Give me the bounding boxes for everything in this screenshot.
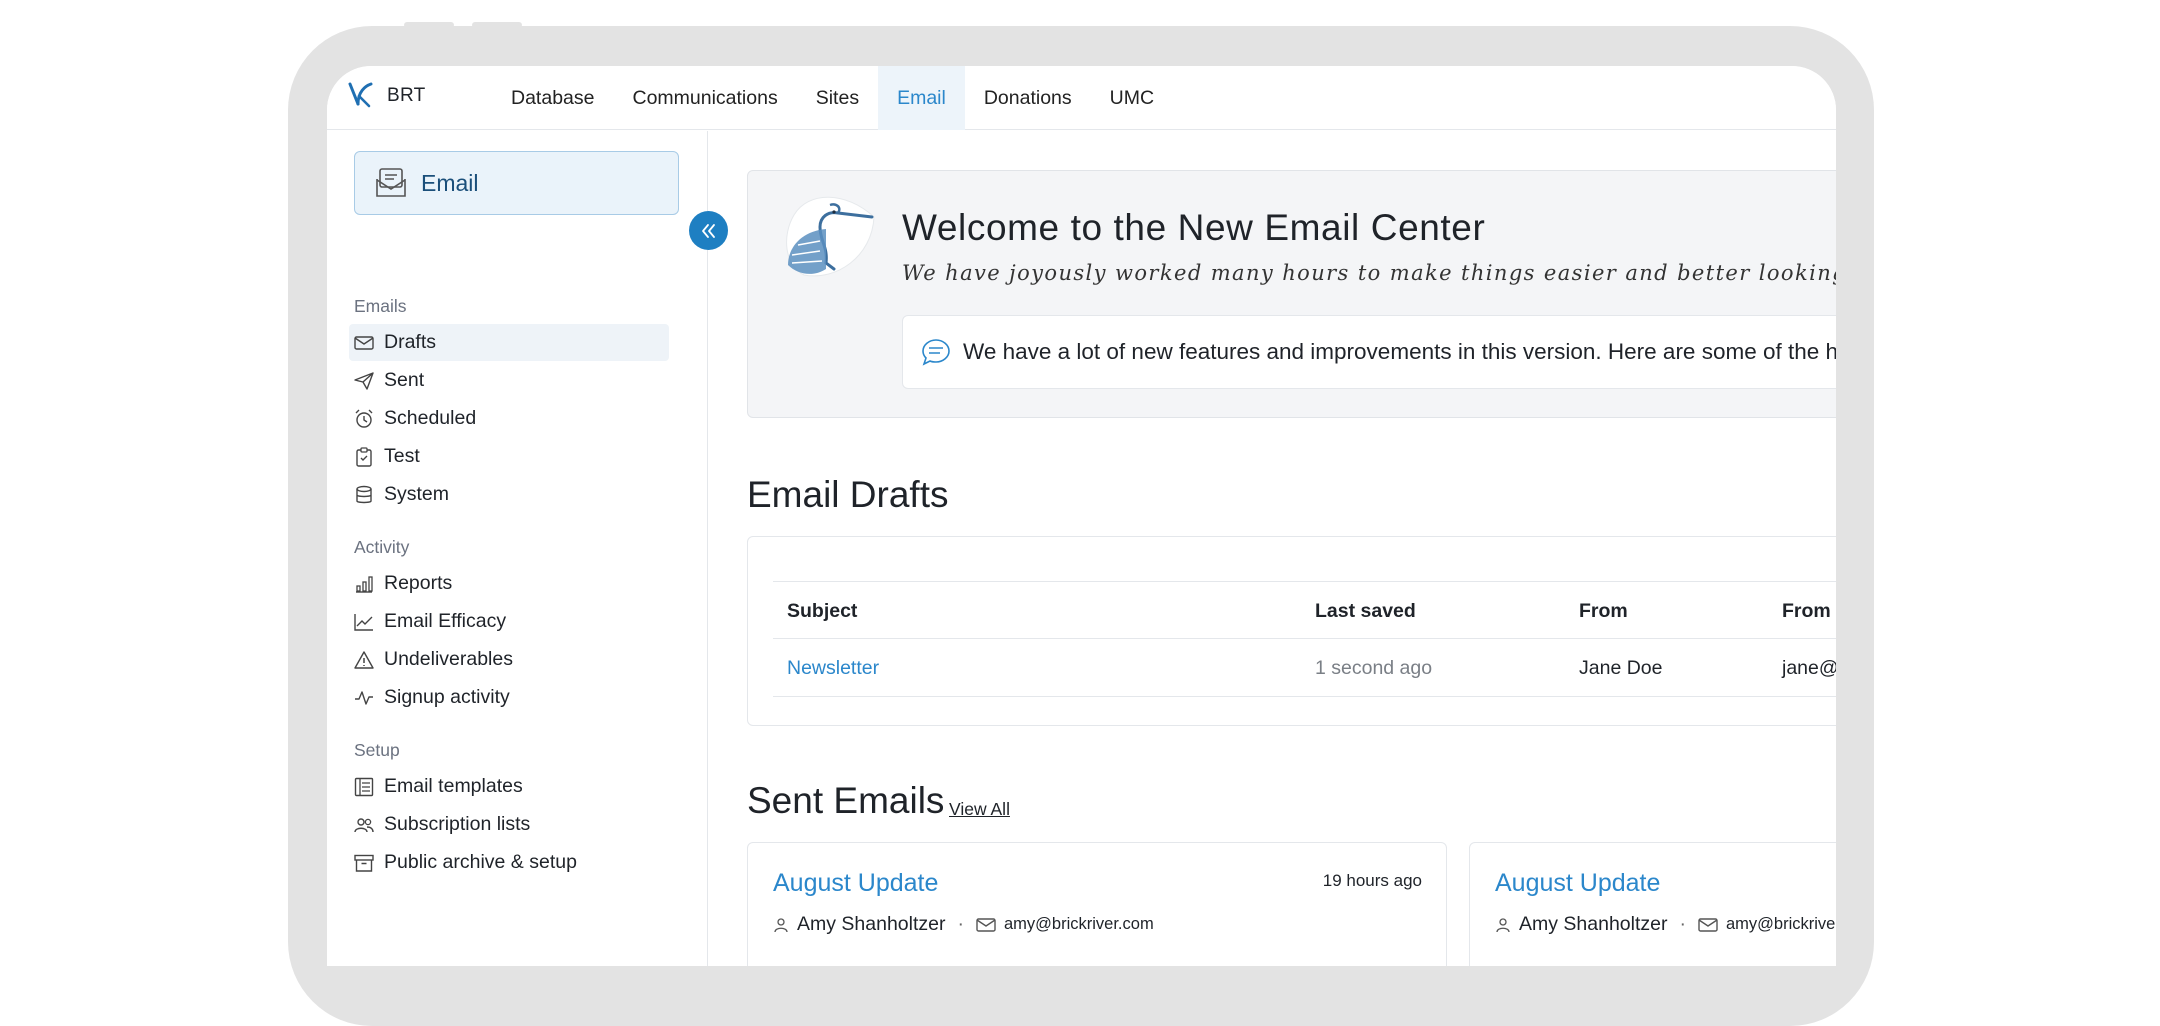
brand[interactable]: BRT: [347, 80, 426, 108]
sent-email-sender: Amy Shanholtzer: [1519, 913, 1668, 935]
device-button: [404, 22, 454, 28]
main-nav: Database Communications Sites Email Dona…: [492, 66, 1173, 130]
sidebar-header-email[interactable]: Email: [354, 151, 679, 215]
sidebar-item-label: Sent: [384, 369, 425, 391]
draft-from-email: jane@l: [1782, 657, 1836, 679]
sidebar: Email Emails Drafts Sent Scheduled Test …: [327, 131, 708, 966]
sidebar-item-undeliverables[interactable]: Undeliverables: [349, 641, 669, 678]
sidebar-item-signup-activity[interactable]: Signup activity: [349, 679, 669, 716]
nav-umc[interactable]: UMC: [1091, 66, 1173, 130]
top-navbar: BRT Database Communications Sites Email …: [327, 66, 1836, 130]
separator-dot: ·: [957, 913, 965, 935]
sidebar-item-drafts[interactable]: Drafts: [349, 324, 669, 361]
table-row[interactable]: Newsletter 1 second ago Jane Doe jane@l: [773, 639, 1836, 697]
welcome-subtitle: We have joyously worked many hours to ma…: [902, 261, 1836, 285]
sidebar-item-label: Drafts: [384, 331, 437, 353]
sidebar-item-label: Test: [384, 445, 420, 467]
welcome-title: Welcome to the New Email Center: [902, 207, 1486, 248]
sidebar-item-label: Public archive & setup: [384, 851, 577, 873]
sidebar-item-label: Signup activity: [384, 686, 510, 708]
collapse-sidebar-button[interactable]: [689, 211, 728, 250]
heron-logo-icon: [786, 196, 875, 277]
sent-email-meta: Amy Shanholtzer · amy@brickriver.: [1495, 913, 1836, 936]
chevrons-left-icon: [701, 223, 715, 238]
sidebar-header-label: Email: [421, 169, 479, 196]
section-label-setup: Setup: [354, 740, 400, 760]
user-icon: [774, 917, 788, 932]
sent-email-title[interactable]: August Update: [1495, 869, 1660, 898]
sent-email-address: amy@brickriver.com: [1004, 915, 1154, 933]
sidebar-item-label: Subscription lists: [384, 813, 531, 835]
sent-email-card[interactable]: August Update Amy Shanholtzer · amy@bric…: [1469, 842, 1836, 966]
welcome-note-text: We have a lot of new features and improv…: [963, 339, 1836, 364]
drafts-table-card: Subject Last saved From From e Newslette…: [747, 536, 1836, 726]
app-screen: BRT Database Communications Sites Email …: [327, 66, 1836, 966]
users-icon: [354, 817, 374, 832]
brand-name: BRT: [387, 85, 426, 106]
sidebar-item-system[interactable]: System: [349, 476, 669, 513]
envelope-icon: [976, 917, 996, 932]
sidebar-item-test[interactable]: Test: [349, 438, 669, 475]
nav-sites[interactable]: Sites: [797, 66, 878, 130]
sidebar-item-sent[interactable]: Sent: [349, 362, 669, 399]
sidebar-item-label: Email Efficacy: [384, 610, 507, 632]
draft-from: Jane Doe: [1579, 657, 1663, 679]
sent-email-card[interactable]: August Update 19 hours ago Amy Shanholtz…: [747, 842, 1447, 966]
sent-email-sender: Amy Shanholtzer: [797, 913, 946, 935]
sent-email-time: 19 hours ago: [1322, 871, 1422, 890]
envelope-icon: [1698, 917, 1718, 932]
speech-bubble-icon: [922, 339, 950, 366]
sidebar-item-subscription-lists[interactable]: Subscription lists: [349, 806, 669, 843]
user-icon: [1496, 917, 1510, 932]
nav-communications[interactable]: Communications: [613, 66, 796, 130]
envelope-icon: [354, 335, 374, 350]
archive-box-icon: [354, 854, 374, 872]
draft-last-saved: 1 second ago: [1315, 657, 1433, 679]
warning-triangle-icon: [354, 650, 374, 669]
nav-email[interactable]: Email: [878, 66, 965, 130]
template-icon: [354, 777, 374, 796]
brt-logo-icon: [348, 82, 373, 108]
clipboard-check-icon: [356, 446, 372, 467]
column-header-last-saved[interactable]: Last saved: [1315, 600, 1416, 623]
database-icon: [356, 485, 372, 503]
sent-email-title[interactable]: August Update: [773, 869, 938, 898]
bar-chart-icon: [356, 575, 373, 593]
sidebar-item-email-templates[interactable]: Email templates: [349, 768, 669, 805]
sent-email-address: amy@brickriver.: [1726, 915, 1836, 933]
column-header-from[interactable]: From: [1579, 600, 1628, 623]
table-header: Subject Last saved From From e: [773, 581, 1836, 639]
device-button: [472, 22, 522, 28]
section-label-activity: Activity: [354, 537, 410, 557]
sidebar-item-label: System: [384, 483, 450, 505]
drafts-heading: Email Drafts: [747, 474, 949, 515]
sidebar-item-label: Undeliverables: [384, 648, 513, 670]
line-chart-icon: [354, 613, 373, 631]
nav-donations[interactable]: Donations: [965, 66, 1091, 130]
sidebar-item-label: Scheduled: [384, 407, 477, 429]
welcome-banner: Welcome to the New Email Center We have …: [747, 170, 1836, 418]
paper-plane-icon: [354, 371, 374, 390]
sidebar-item-public-archive[interactable]: Public archive & setup: [349, 844, 669, 881]
section-label-emails: Emails: [354, 296, 407, 316]
nav-database[interactable]: Database: [492, 66, 613, 130]
column-header-subject[interactable]: Subject: [787, 600, 857, 623]
sidebar-item-label: Email templates: [384, 775, 523, 797]
column-header-from-email[interactable]: From e: [1782, 600, 1836, 623]
view-all-link[interactable]: View All: [949, 799, 1010, 820]
alarm-clock-icon: [355, 409, 373, 428]
email-app-icon: [376, 168, 406, 197]
draft-subject-link[interactable]: Newsletter: [787, 657, 879, 680]
sidebar-item-reports[interactable]: Reports: [349, 565, 669, 602]
sidebar-item-email-efficacy[interactable]: Email Efficacy: [349, 603, 669, 640]
sent-email-meta: Amy Shanholtzer · amy@brickriver.com: [773, 913, 1154, 936]
sent-heading: Sent Emails: [747, 780, 945, 821]
sidebar-item-label: Reports: [384, 572, 453, 594]
activity-pulse-icon: [355, 690, 373, 705]
sidebar-item-scheduled[interactable]: Scheduled: [349, 400, 669, 437]
welcome-note: We have a lot of new features and improv…: [902, 315, 1836, 389]
separator-dot: ·: [1679, 913, 1687, 935]
